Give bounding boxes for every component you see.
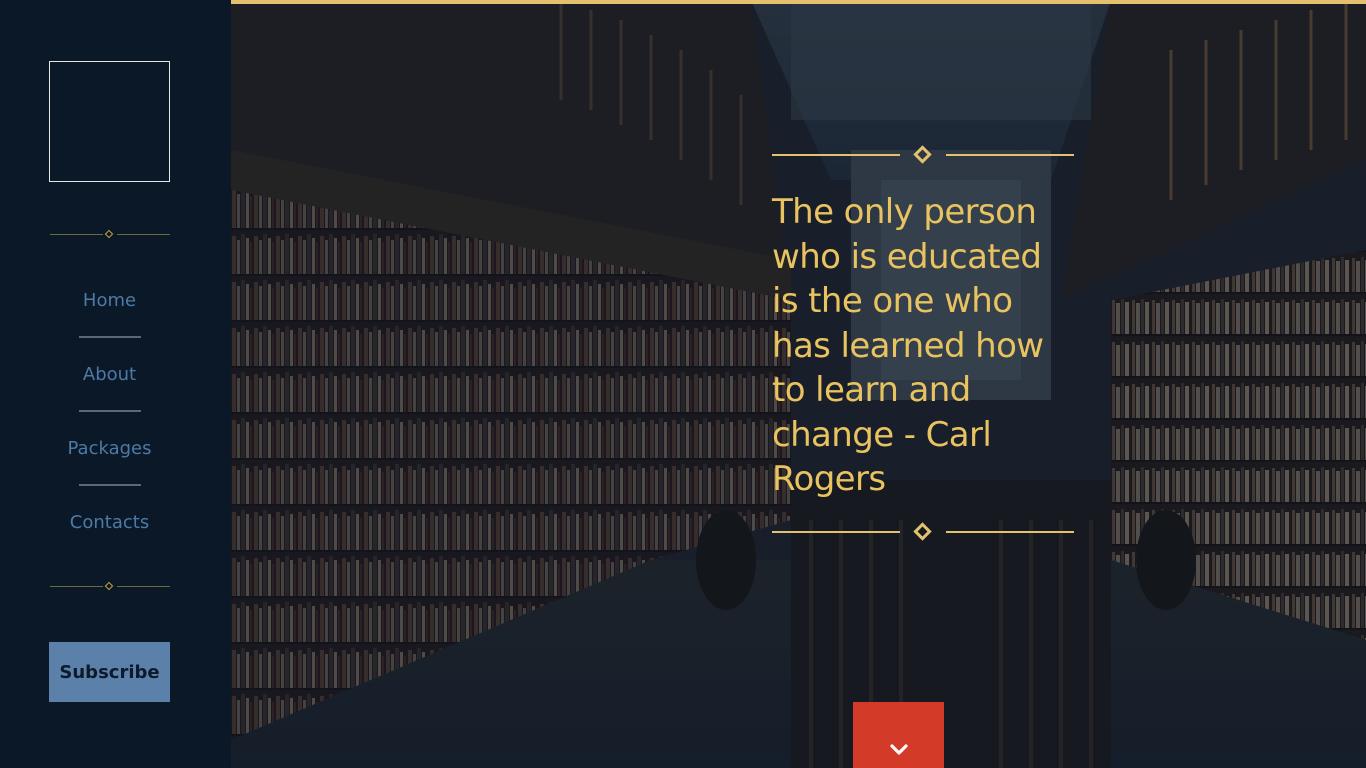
hero-quote: The only person who is educated is the o… xyxy=(772,192,1044,499)
sidebar-divider-bottom xyxy=(50,581,170,591)
nav-item-about[interactable]: About xyxy=(0,352,219,397)
nav-item-home[interactable]: Home xyxy=(0,278,219,323)
sidebar: Home About Packages Contacts Subscribe xyxy=(0,0,231,768)
hero-section: The only person who is educated is the o… xyxy=(231,0,1366,768)
subscribe-button[interactable]: Subscribe xyxy=(49,642,170,702)
scroll-down-button[interactable] xyxy=(853,702,944,768)
logo-placeholder[interactable] xyxy=(49,61,170,182)
main-nav: Home About Packages Contacts xyxy=(0,278,219,545)
nav-item-packages[interactable]: Packages xyxy=(0,426,219,471)
chevron-down-icon xyxy=(890,744,908,755)
nav-separator xyxy=(78,336,141,338)
nav-separator xyxy=(78,484,141,486)
quote-block: The only person who is educated is the o… xyxy=(772,145,1074,542)
nav-item-contacts[interactable]: Contacts xyxy=(0,500,219,545)
sidebar-divider-top xyxy=(50,229,170,239)
quote-divider-bottom xyxy=(772,521,1074,542)
quote-divider-top xyxy=(772,145,1074,165)
nav-separator xyxy=(78,410,141,412)
top-accent-bar xyxy=(231,0,1366,4)
